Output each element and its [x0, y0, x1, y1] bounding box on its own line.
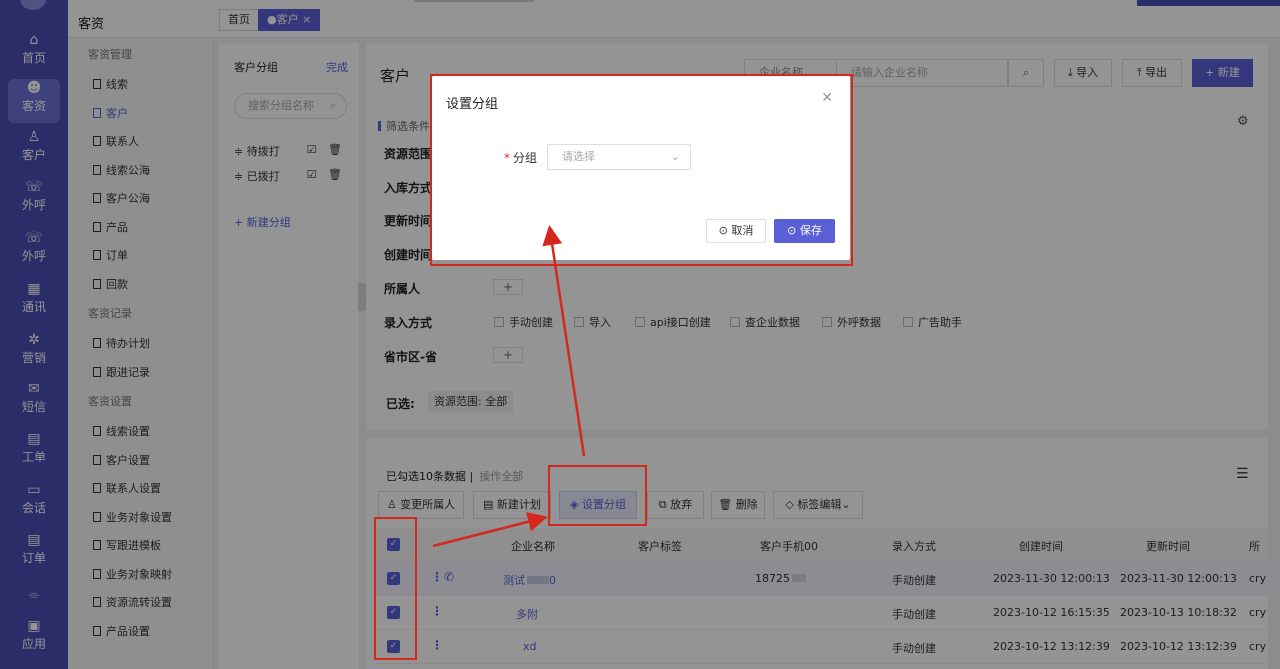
annotation-box-set-group: [548, 465, 647, 526]
annotation-box-dialog: [430, 74, 853, 266]
annotation-box-checkboxes: [374, 517, 417, 660]
